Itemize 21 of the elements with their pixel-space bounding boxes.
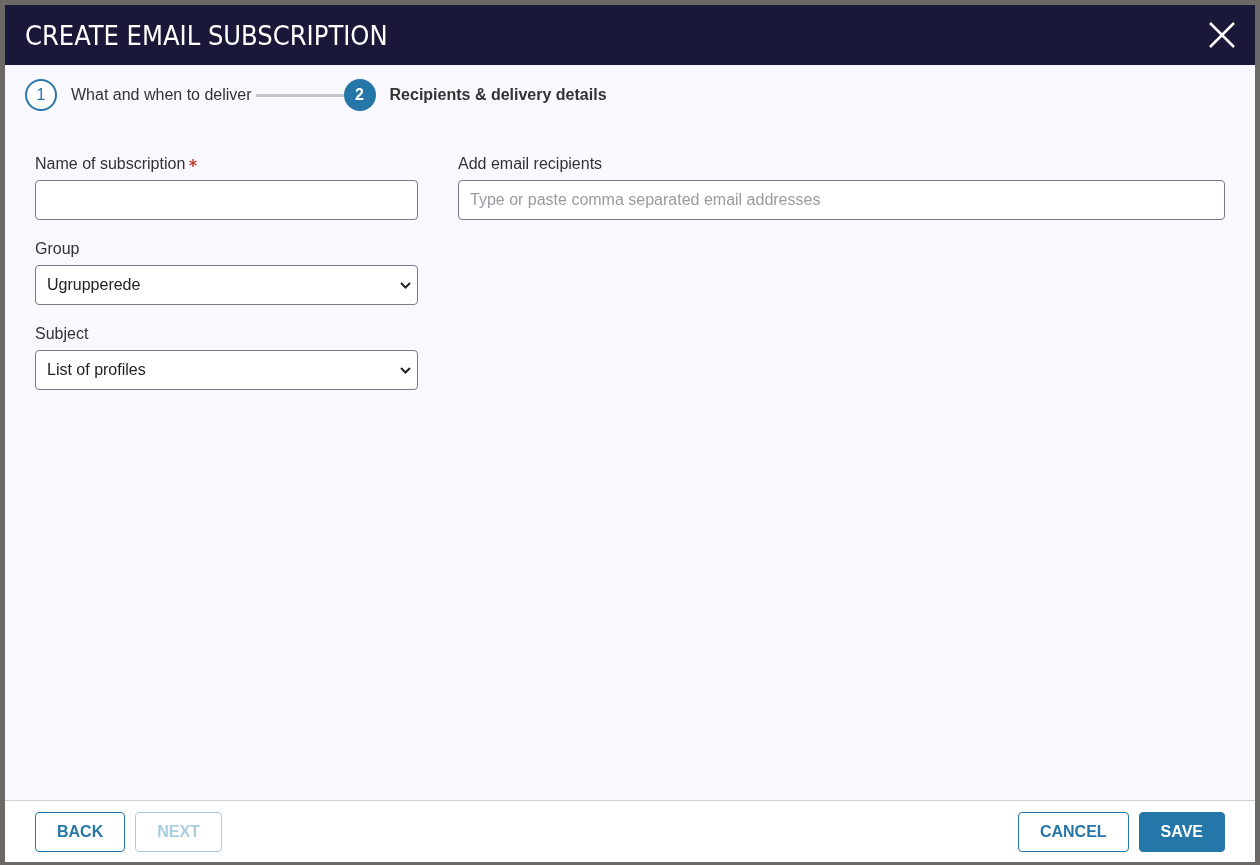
text-field[interactable]: [35, 180, 418, 220]
step-label[interactable]: Recipients & delivery details: [389, 86, 607, 104]
required-asterisk-icon: [189, 159, 198, 167]
text-field[interactable]: Type or paste comma separated email addresses: [458, 180, 1225, 220]
close-button[interactable]: [1209, 22, 1235, 48]
step-number[interactable]: 2: [343, 79, 376, 111]
field-label: Add email recipients: [458, 155, 603, 174]
footer-button[interactable]: BACK: [35, 811, 126, 852]
footer-button[interactable]: CANCEL: [1017, 811, 1129, 852]
dropdown[interactable]: List of profiles: [35, 350, 418, 390]
step-label[interactable]: What and when to deliver: [71, 86, 252, 104]
field-label: Subject: [35, 325, 89, 344]
field-label: Group: [35, 240, 80, 259]
field-label: Name of subscription: [35, 155, 198, 175]
dialog-title: CREATE EMAIL SUBSCRIPTION: [25, 19, 388, 51]
dropdown[interactable]: Ugrupperede: [35, 265, 418, 305]
chevron-down-icon: [400, 366, 411, 374]
footer-button[interactable]: SAVE: [1138, 811, 1225, 852]
step-number[interactable]: 1: [25, 79, 57, 111]
close-icon: [1209, 22, 1235, 48]
chevron-down-icon: [400, 281, 411, 289]
